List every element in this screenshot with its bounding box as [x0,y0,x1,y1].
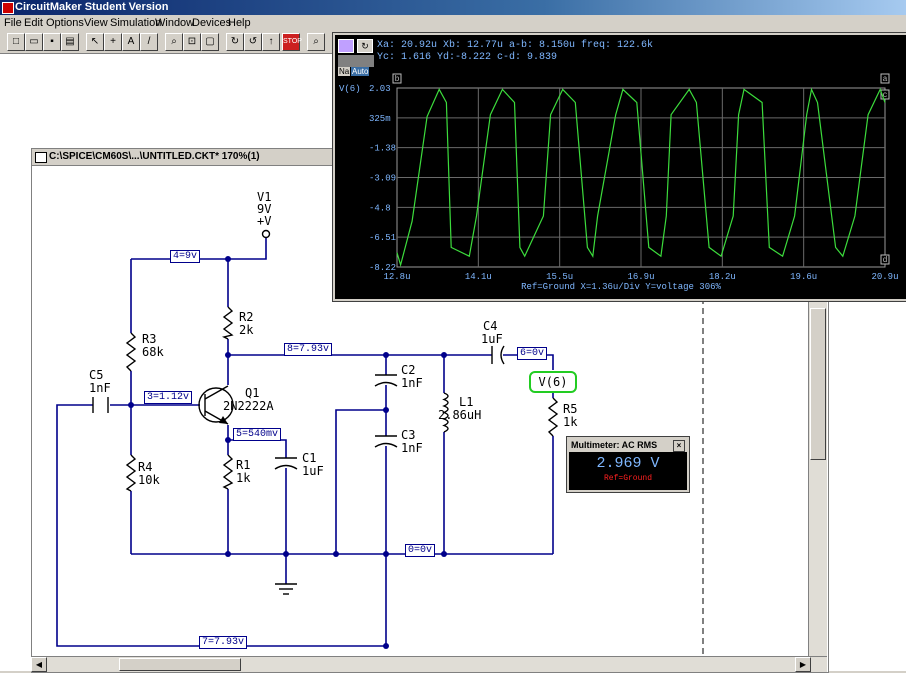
stop-icon[interactable]: STOP [282,33,302,51]
circuit-window-title: C:\SPICE\CM60S\...\UNTITLED.CKT* 170%(1) [49,151,260,162]
menu-help[interactable]: Help [228,17,251,29]
scroll-right-icon[interactable]: ▶ [795,657,811,672]
node-label-4[interactable]: 4=9v [170,250,201,263]
oscilloscope-window[interactable]: ↻ Na Auto Xa: 20.92u Xb: 12.77u a-b: 8.1… [333,33,906,301]
scope-y-tick-label: -1.38 [369,144,396,154]
scope-cursor-label: b [395,75,400,84]
pointer-icon[interactable]: ↖ [86,33,104,51]
scope-footer: Ref=Ground X=1.36u/Div Y=voltage 306% [521,282,721,292]
multimeter-window[interactable]: Multimeter: AC RMS × 2.969 V Ref=Ground [567,437,689,492]
node-label-5[interactable]: 5=540mv [233,428,282,441]
scope-y-tick-label: 2.03 [369,84,391,94]
scope-y-tick-label: 325m [369,114,391,124]
v1-label[interactable]: V1 9V +V [257,191,271,227]
save-icon[interactable]: ▪ [43,33,61,51]
menu-options[interactable]: Options [46,17,84,29]
node-label-3[interactable]: 3=1.12v [144,391,193,404]
scope-y-tick-label: -3.09 [369,174,396,184]
r2-label[interactable]: R2 2k [239,311,253,337]
zoom-out-icon[interactable]: ▢ [201,33,219,51]
r5-label[interactable]: R5 1k [563,403,577,429]
c3-label[interactable]: C3 1nF [401,429,423,455]
app-title: CircuitMaker Student Version [15,1,169,13]
scope-x-tick-label: 20.9u [871,272,898,282]
node-label-6[interactable]: 6=0v [517,347,548,360]
c2-label[interactable]: C2 1nF [401,364,423,390]
multimeter-title: Multimeter: AC RMS [571,440,658,450]
close-icon[interactable]: × [673,440,685,452]
multimeter-value: 2.969 V [596,455,660,472]
scope-y-tick-label: -6.51 [369,233,396,243]
open-icon[interactable]: ▭ [25,33,43,51]
scope-y-tick-label: -4.8 [369,203,391,213]
menu-file[interactable]: File [4,17,22,29]
r3-label[interactable]: R3 68k [142,333,164,359]
search-icon[interactable]: ⌕ [307,33,325,51]
multimeter-titlebar[interactable]: Multimeter: AC RMS × [569,439,687,452]
step-icon[interactable]: ↑ [262,33,280,51]
scroll-left-icon[interactable]: ◀ [31,657,47,672]
scope-plot[interactable]: 2.03325m-1.38-3.09-4.8-6.51-8.2212.8u 14.… [335,35,906,299]
c5-label[interactable]: C5 1nF [89,369,111,395]
scope-x-tick-label: 15.5u [546,272,573,282]
scope-x-tick-label: 16.9u [627,272,654,282]
scope-cursor-label: d [883,256,888,265]
node-label-8[interactable]: 8=7.93v [284,343,333,356]
node-label-0[interactable]: 0=0v [405,544,436,557]
app-titlebar[interactable]: CircuitMaker Student Version [0,0,906,15]
menu-bar: File Edit Options View Simulation Window… [0,15,906,31]
print-icon[interactable]: ▤ [61,33,79,51]
rotate-icon[interactable]: ↻ [226,33,244,51]
r4-label[interactable]: R4 10k [138,461,160,487]
l1-label[interactable]: L1 2.86uH [438,396,481,422]
multimeter-ref: Ref=Ground [603,474,652,483]
probe-icon[interactable]: / [140,33,158,51]
scope-x-tick-label: 12.8u [383,272,410,282]
zoom-icon[interactable]: ⌕ [165,33,183,51]
text-icon[interactable]: A [122,33,140,51]
menu-edit[interactable]: Edit [24,17,43,29]
undo-icon[interactable]: ↺ [244,33,262,51]
menu-view[interactable]: View [84,17,108,29]
scope-x-tick-label: 19.6u [790,272,817,282]
horizontal-scrollbar[interactable]: ◀ ▶ [31,656,827,672]
menu-window[interactable]: Window [155,17,194,29]
probe-label[interactable]: V(6) [529,371,577,393]
scope-cursor-label: a [883,75,888,84]
q1-label[interactable]: Q1 2N2222A [223,387,274,413]
menu-simulation[interactable]: Simulation [110,17,161,29]
wire-icon[interactable]: + [104,33,122,51]
menu-devices[interactable]: Devices [192,17,231,29]
scope-x-tick-label: 14.1u [465,272,492,282]
app-icon [2,2,14,14]
horizontal-scroll-thumb[interactable] [119,658,241,671]
c1-label[interactable]: C1 1uF [302,452,324,478]
vertical-scroll-thumb[interactable] [810,308,826,460]
node-label-7[interactable]: 7=7.93v [199,636,248,649]
document-icon [35,152,47,163]
zoom-fit-icon[interactable]: ⊡ [183,33,201,51]
c4-label[interactable]: C4 1uF [481,320,503,346]
new-icon[interactable]: □ [7,33,25,51]
scope-x-tick-label: 18.2u [709,272,736,282]
r1-label[interactable]: R1 1k [236,459,250,485]
vertical-scrollbar[interactable] [808,300,827,657]
